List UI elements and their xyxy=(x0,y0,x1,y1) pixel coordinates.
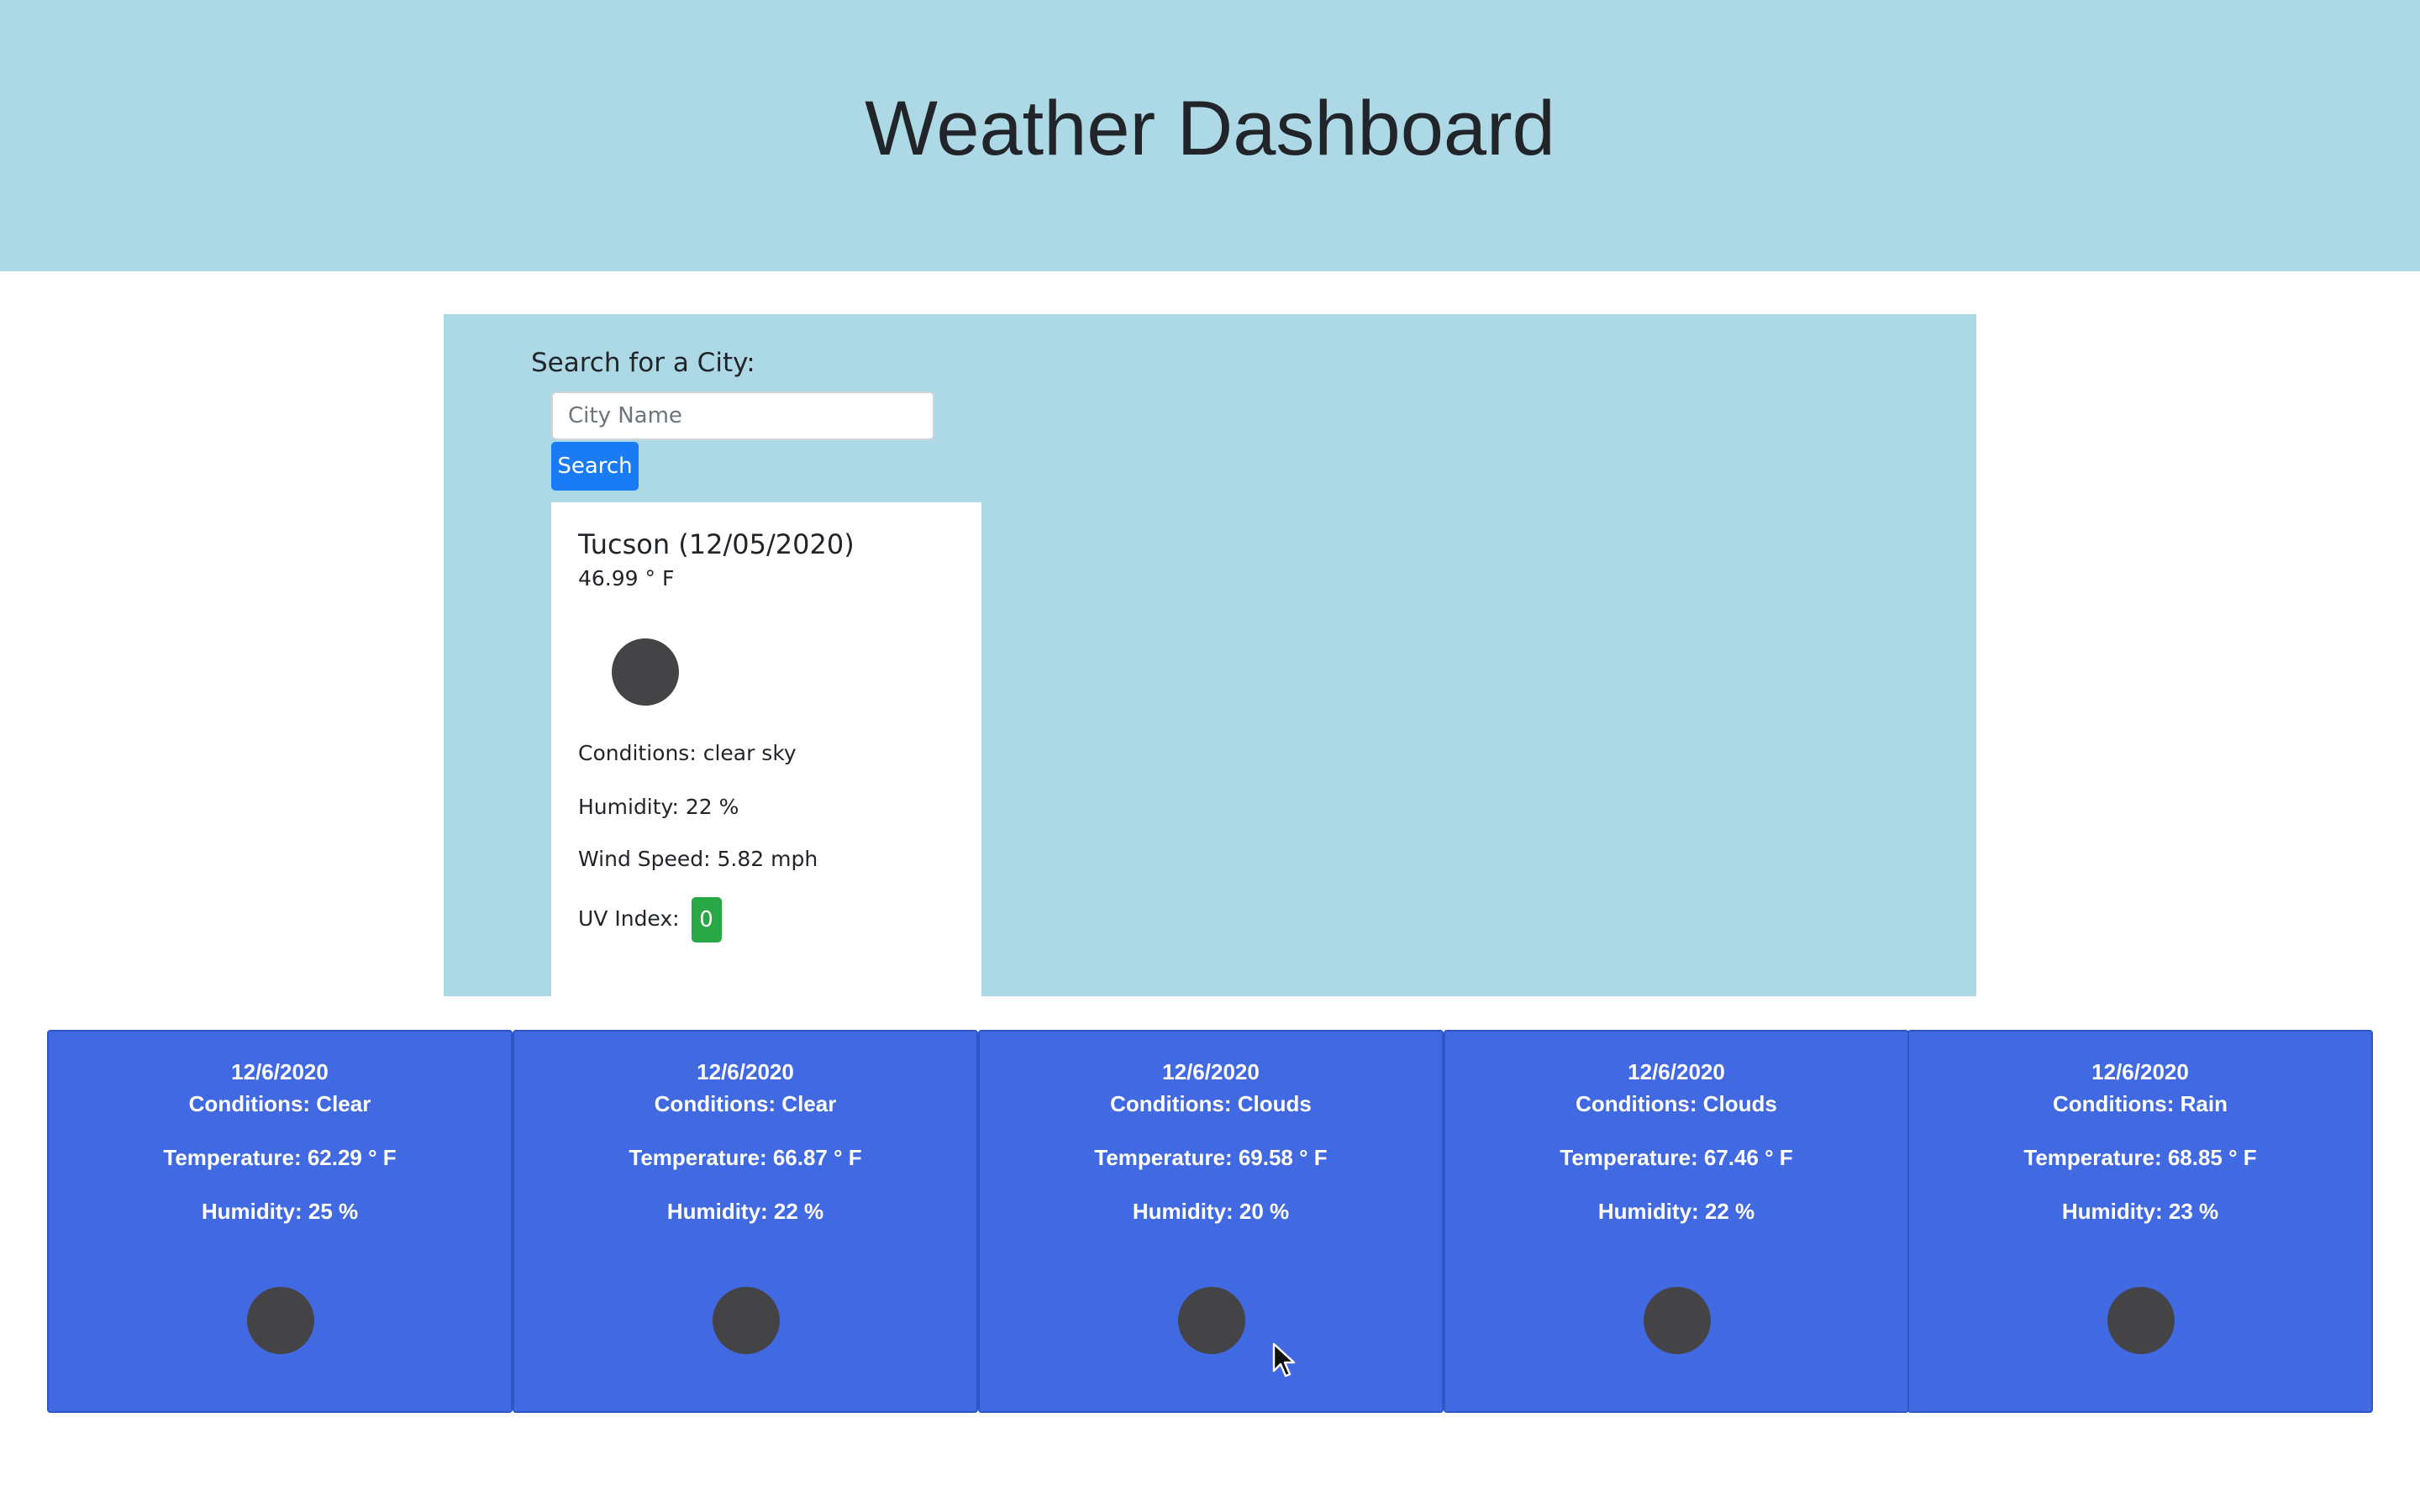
current-conditions: Conditions: clear sky xyxy=(578,741,797,765)
forecast-card: 12/6/2020 Conditions: Clouds Temperature… xyxy=(1444,1030,1909,1413)
page-title: Weather Dashboard xyxy=(865,86,1555,171)
current-wind-speed: Wind Speed: 5.82 mph xyxy=(578,847,818,871)
forecast-temperature: Temperature: 69.58 ° F xyxy=(1094,1145,1328,1170)
weather-icon xyxy=(1644,1287,1711,1354)
forecast-card: 12/6/2020 Conditions: Rain Temperature: … xyxy=(1907,1030,2373,1413)
forecast-temperature: Temperature: 67.46 ° F xyxy=(1560,1145,1793,1170)
forecast-conditions: Conditions: Clouds xyxy=(1110,1091,1312,1116)
weather-icon xyxy=(612,638,679,706)
uv-index-label: UV Index: xyxy=(578,906,680,931)
forecast-date: 12/6/2020 xyxy=(697,1059,794,1084)
current-city-date: Tucson (12/05/2020) xyxy=(578,528,855,560)
forecast-date: 12/6/2020 xyxy=(2091,1059,2189,1084)
mouse-cursor-icon xyxy=(1272,1342,1296,1378)
uv-index-badge: 0 xyxy=(691,897,722,942)
forecast-conditions: Conditions: Rain xyxy=(2053,1091,2228,1116)
forecast-humidity: Humidity: 25 % xyxy=(201,1199,359,1224)
forecast-conditions: Conditions: Clear xyxy=(188,1091,371,1116)
weather-icon xyxy=(2107,1287,2175,1354)
forecast-conditions: Conditions: Clear xyxy=(654,1091,837,1116)
forecast-humidity: Humidity: 23 % xyxy=(2061,1199,2219,1224)
forecast-card: 12/6/2020 Conditions: Clouds Temperature… xyxy=(978,1030,1444,1413)
city-search-input[interactable] xyxy=(551,391,934,440)
forecast-temperature: Temperature: 62.29 ° F xyxy=(163,1145,397,1170)
forecast-date: 12/6/2020 xyxy=(1162,1059,1260,1084)
weather-icon xyxy=(247,1287,314,1354)
forecast-row: 12/6/2020 Conditions: Clear Temperature:… xyxy=(47,1030,2373,1413)
current-humidity: Humidity: 22 % xyxy=(578,795,739,819)
forecast-temperature: Temperature: 68.85 ° F xyxy=(2023,1145,2257,1170)
weather-icon xyxy=(1178,1287,1245,1354)
forecast-temperature: Temperature: 66.87 ° F xyxy=(629,1145,862,1170)
current-weather-card: Tucson (12/05/2020) 46.99 ° F Conditions… xyxy=(551,502,981,996)
weather-icon xyxy=(713,1287,780,1354)
forecast-humidity: Humidity: 22 % xyxy=(666,1199,824,1224)
forecast-card: 12/6/2020 Conditions: Clear Temperature:… xyxy=(47,1030,513,1413)
forecast-conditions: Conditions: Clouds xyxy=(1576,1091,1777,1116)
search-panel: Search for a City: Search Tucson (12/05/… xyxy=(444,314,1976,996)
page-header: Weather Dashboard xyxy=(0,0,2420,271)
forecast-humidity: Humidity: 20 % xyxy=(1132,1199,1290,1224)
search-button[interactable]: Search xyxy=(551,442,639,491)
forecast-date: 12/6/2020 xyxy=(1628,1059,1725,1084)
forecast-date: 12/6/2020 xyxy=(231,1059,329,1084)
search-label: Search for a City: xyxy=(531,348,755,378)
forecast-card: 12/6/2020 Conditions: Clear Temperature:… xyxy=(513,1030,978,1413)
uv-index-row: UV Index: 0 xyxy=(578,897,722,942)
forecast-humidity: Humidity: 22 % xyxy=(1597,1199,1755,1224)
current-temperature: 46.99 ° F xyxy=(578,566,675,591)
